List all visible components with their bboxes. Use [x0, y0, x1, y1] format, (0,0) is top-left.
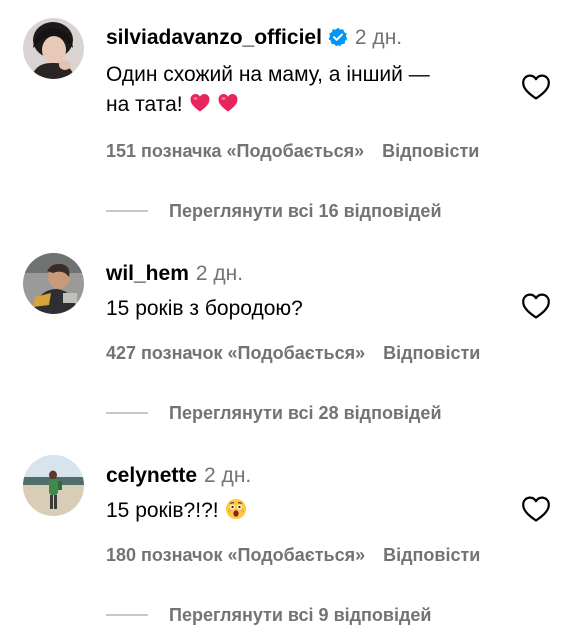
comment-timestamp[interactable]: 2 дн. — [204, 464, 251, 487]
like-button[interactable] — [521, 292, 551, 320]
comment-timestamp[interactable]: 2 дн. — [196, 262, 243, 285]
likes-count[interactable]: 151 позначка «Подобається» — [106, 141, 364, 161]
view-replies-label: Переглянути всі 16 відповідей — [169, 201, 442, 221]
comment-text-line: на тата! — [106, 90, 526, 120]
view-replies-label: Переглянути всі 9 відповідей — [169, 605, 432, 625]
view-replies-label: Переглянути всі 28 відповідей — [169, 403, 442, 423]
reply-button[interactable]: Відповісти — [382, 141, 479, 161]
reply-button[interactable]: Відповісти — [383, 545, 480, 565]
comment-text: 15 років?!?! — [106, 496, 526, 526]
avatar-image — [23, 18, 84, 79]
comment-text-fragment: на тата! — [106, 93, 183, 116]
heart-outline-icon — [522, 496, 550, 522]
heart-emoji — [189, 92, 211, 114]
comment-text: Один схожий на маму, а інший — на тата! — [106, 60, 526, 120]
avatar[interactable] — [23, 18, 84, 79]
avatar[interactable] — [23, 253, 84, 314]
heart-outline-icon — [522, 293, 550, 319]
reply-button[interactable]: Відповісти — [383, 343, 480, 363]
comment-text: 15 років з бородою? — [106, 294, 526, 324]
verified-badge-icon — [328, 27, 348, 47]
heart-emoji — [217, 92, 239, 114]
divider-line — [106, 210, 148, 212]
like-button[interactable] — [521, 495, 551, 523]
username-link[interactable]: silviadavanzo_officiel — [106, 26, 322, 49]
comment-text-line: 15 років з бородою? — [106, 297, 303, 320]
likes-count[interactable]: 427 позначок «Подобається» — [106, 343, 365, 363]
comment-text-line: 15 років?!?! — [106, 496, 526, 526]
comment-text-line: Один схожий на маму, а інший — — [106, 63, 430, 86]
avatar-image — [23, 455, 84, 516]
username-link[interactable]: celynette — [106, 464, 197, 487]
avatar-image — [23, 253, 84, 314]
heart-outline-icon — [522, 74, 550, 100]
comment-text-fragment: 15 років?!?! — [106, 499, 219, 522]
astonished-face-emoji — [225, 498, 247, 520]
avatar[interactable] — [23, 455, 84, 516]
divider-line — [106, 412, 148, 414]
username-link[interactable]: wil_hem — [106, 262, 189, 285]
divider-line — [106, 614, 148, 616]
comment-timestamp[interactable]: 2 дн. — [355, 26, 402, 49]
likes-count[interactable]: 180 позначок «Подобається» — [106, 545, 365, 565]
like-button[interactable] — [521, 73, 551, 101]
